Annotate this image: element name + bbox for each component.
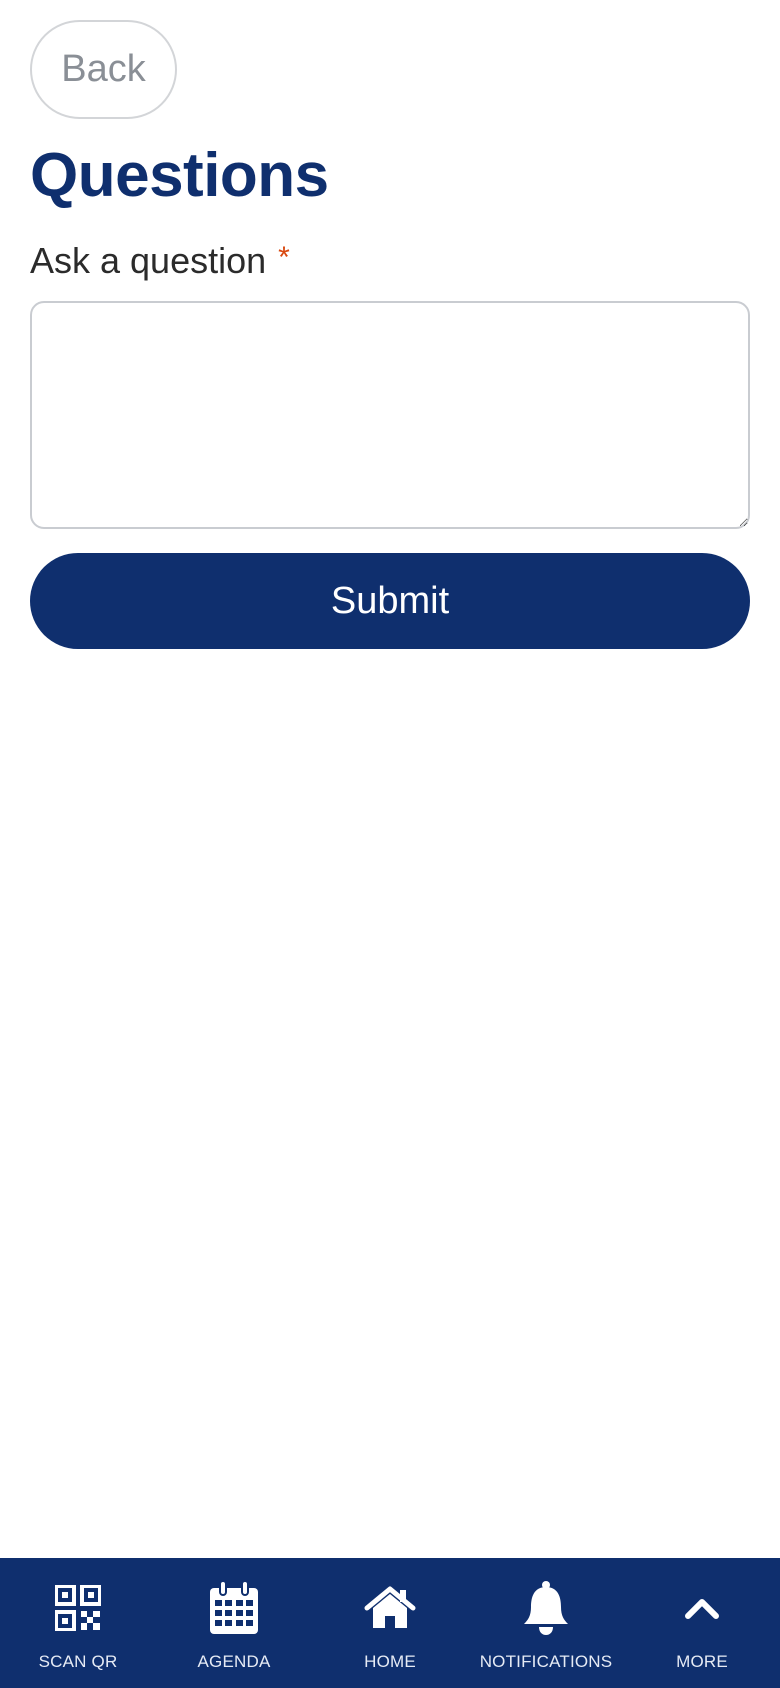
nav-label-notifications: NOTIFICATIONS: [479, 1652, 613, 1671]
nav-label-more: MORE: [676, 1652, 728, 1671]
bottom-navigation: SCAN QR AGENDA HOME NOTIFICATIONS MORE: [0, 1558, 780, 1688]
nav-item-more[interactable]: MORE: [624, 1580, 780, 1672]
nav-item-home[interactable]: HOME: [312, 1580, 468, 1672]
question-field-label: Ask a question *: [30, 243, 750, 279]
nav-label-scan-qr: SCAN QR: [38, 1652, 118, 1671]
nav-item-notifications[interactable]: NOTIFICATIONS: [468, 1580, 624, 1672]
nav-label-home: HOME: [364, 1652, 416, 1671]
nav-label-agenda: AGENDA: [197, 1652, 271, 1671]
bell-icon: [518, 1580, 574, 1636]
back-button[interactable]: Back: [30, 20, 177, 119]
question-label-text: Ask a question: [30, 240, 267, 281]
nav-item-scan-qr[interactable]: SCAN QR: [0, 1580, 156, 1672]
required-marker: *: [278, 241, 290, 274]
page-title: Questions: [30, 141, 329, 210]
calendar-icon: [206, 1580, 262, 1636]
question-input[interactable]: [30, 301, 750, 529]
chevron-up-icon: [674, 1580, 730, 1636]
home-icon: [362, 1580, 418, 1636]
nav-item-agenda[interactable]: AGENDA: [156, 1580, 312, 1672]
submit-button[interactable]: Submit: [30, 553, 750, 649]
questions-page: Back Questions Ask a question * Submit S…: [0, 0, 780, 1688]
main-content: Back Questions Ask a question * Submit: [0, 0, 780, 649]
qr-code-icon: [50, 1580, 106, 1636]
